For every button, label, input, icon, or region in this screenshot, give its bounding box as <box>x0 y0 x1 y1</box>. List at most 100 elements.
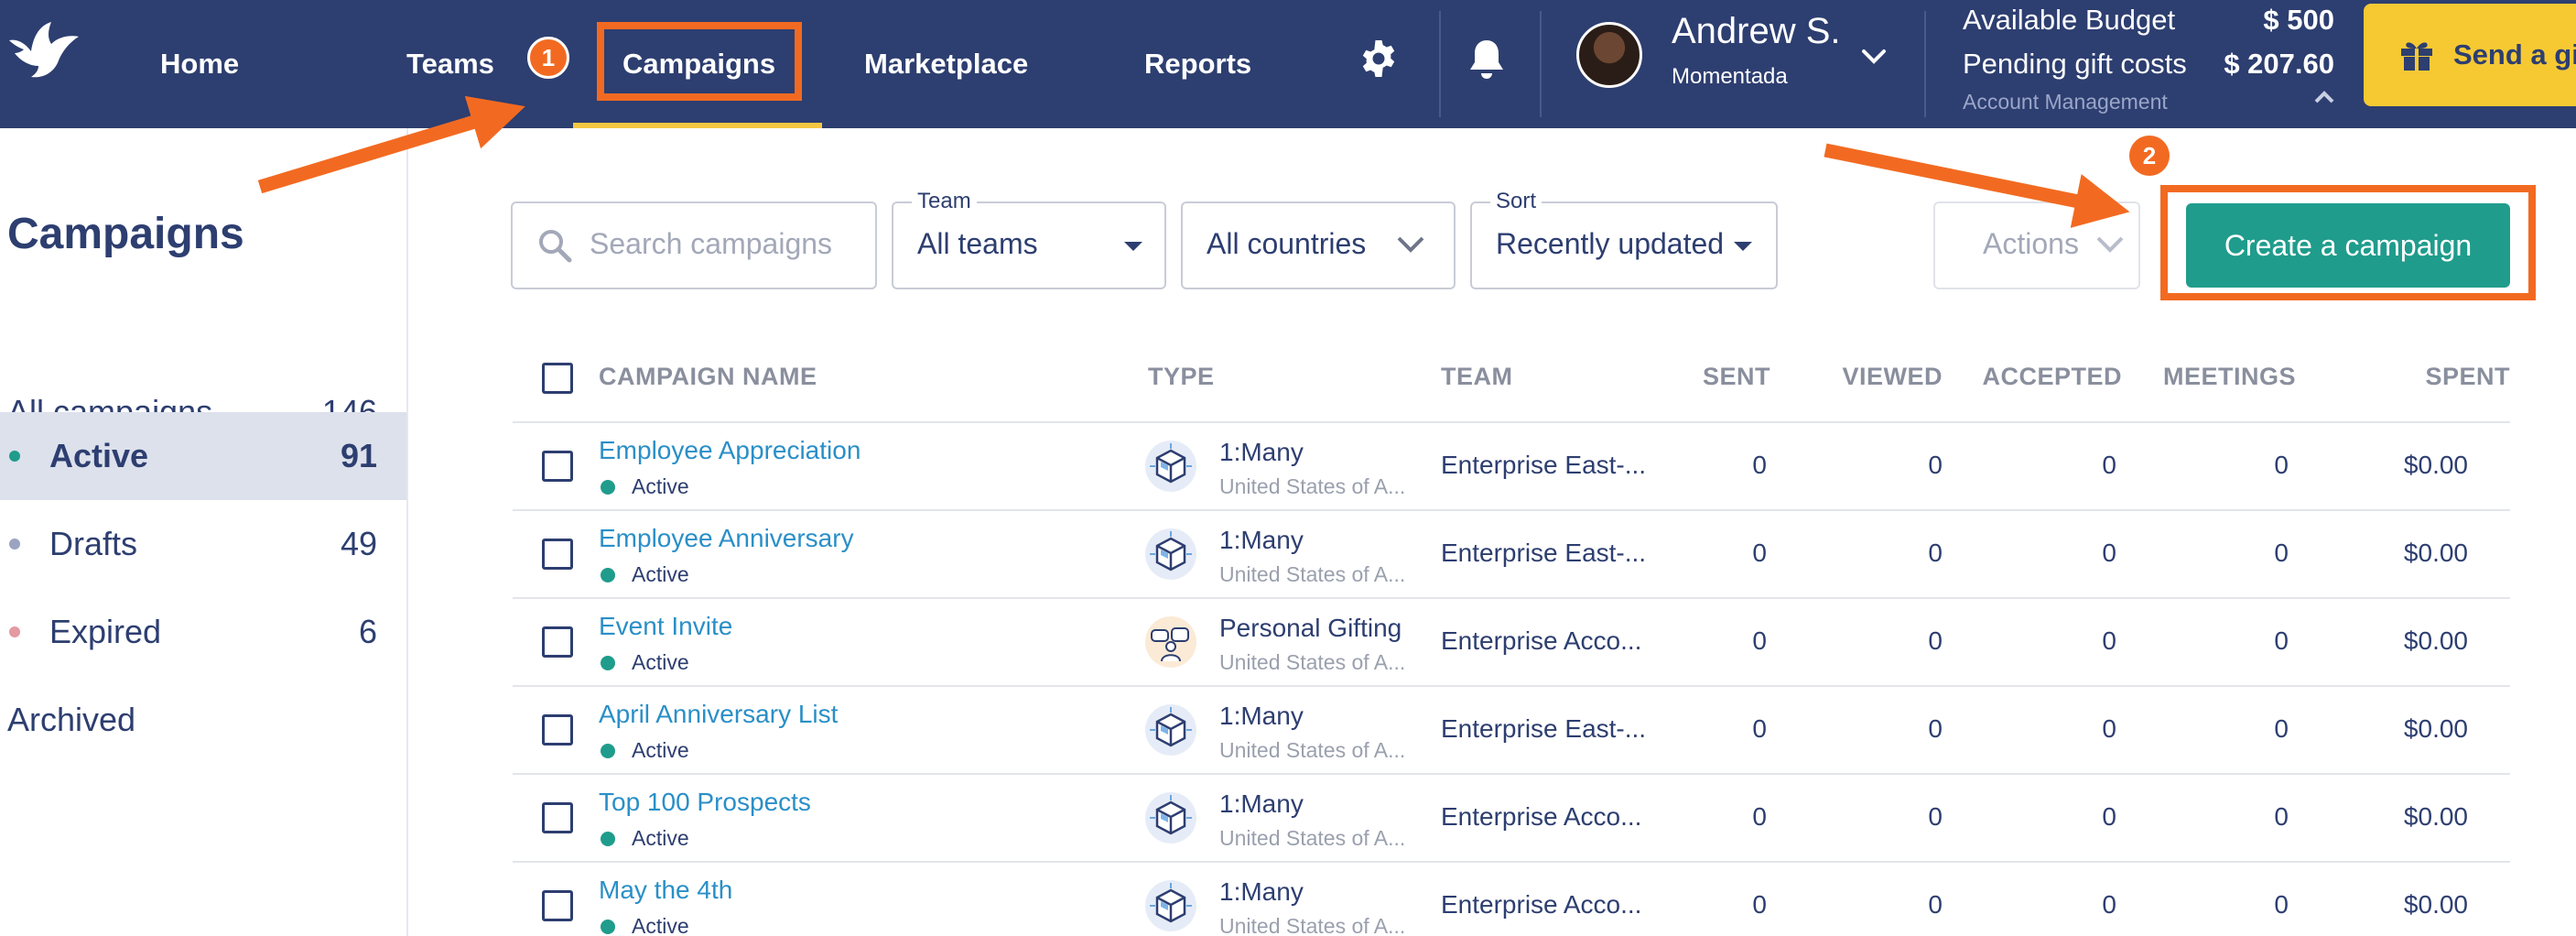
campaign-team: Enterprise East-... <box>1441 539 1647 567</box>
sent-count: 0 <box>1752 714 1767 743</box>
country-select[interactable]: All countries <box>1181 201 1456 289</box>
campaign-team: Enterprise Acco... <box>1441 802 1642 831</box>
row-checkbox[interactable] <box>542 714 573 746</box>
campaign-country: United States of A... <box>1219 826 1406 850</box>
campaign-type: 1:Many <box>1219 877 1304 906</box>
status-dot <box>9 539 20 550</box>
row-checkbox[interactable] <box>542 539 573 570</box>
column-header-meetings[interactable]: MEETINGS <box>2163 363 2296 391</box>
pending-costs-label: Pending gift costs <box>1963 48 2187 80</box>
campaign-type: 1:Many <box>1219 438 1304 466</box>
sent-count: 0 <box>1752 539 1767 567</box>
nav-divider <box>1924 11 1926 117</box>
status-label: Active <box>632 474 689 498</box>
search-field[interactable]: Search campaigns <box>511 201 877 289</box>
row-checkbox[interactable] <box>542 802 573 833</box>
dove-logo-icon[interactable] <box>5 20 81 81</box>
actions-label: Actions <box>1983 227 2079 260</box>
viewed-count: 0 <box>1928 714 1943 743</box>
nav-divider <box>1540 11 1542 117</box>
campaign-name-link[interactable]: April Anniversary List <box>599 700 838 729</box>
campaign-type: 1:Many <box>1219 789 1304 818</box>
status-label: Active <box>632 650 689 674</box>
column-header-accepted[interactable]: ACCEPTED <box>1982 363 2122 391</box>
gear-icon[interactable] <box>1357 37 1401 81</box>
nav-reports[interactable]: Reports <box>1144 0 1251 128</box>
column-header-type[interactable]: TYPE <box>1148 363 1215 391</box>
sent-count: 0 <box>1752 626 1767 655</box>
chevron-down-icon[interactable] <box>1858 40 1889 71</box>
caret-up-icon[interactable] <box>2312 88 2336 106</box>
status-dot <box>601 743 615 758</box>
table-row[interactable]: May the 4th Active 1:Many United States of … <box>513 861 2510 936</box>
meetings-count: 0 <box>2274 539 2289 567</box>
table-row[interactable]: Employee Appreciation Active 1:Many United … <box>513 421 2510 509</box>
nav-marketplace[interactable]: Marketplace <box>864 0 1028 128</box>
column-header-spent[interactable]: SPENT <box>2425 363 2510 391</box>
avatar[interactable] <box>1576 22 1642 88</box>
sidebar-item-drafts[interactable]: Drafts 49 <box>0 500 406 588</box>
campaign-team: Enterprise Acco... <box>1441 890 1642 919</box>
status-badge: Active <box>599 914 689 936</box>
table-row[interactable]: April Anniversary List Active 1:Many United… <box>513 685 2510 773</box>
sidebar-item-label: Expired <box>49 613 162 650</box>
meetings-count: 0 <box>2274 802 2289 831</box>
spent-amount: $0.00 <box>2403 714 2468 743</box>
column-header-name[interactable]: CAMPAIGN NAME <box>599 363 817 391</box>
status-dot <box>9 626 20 637</box>
one-to-many-box-icon <box>1144 528 1197 581</box>
nav-home[interactable]: Home <box>160 0 239 128</box>
sidebar-item-expired[interactable]: Expired 6 <box>0 588 406 676</box>
column-header-viewed[interactable]: VIEWED <box>1842 363 1943 391</box>
account-management-link[interactable]: Account Management <box>1963 90 2168 114</box>
accepted-count: 0 <box>2102 802 2116 831</box>
table-row[interactable]: Top 100 Prospects Active 1:Many United Stat… <box>513 773 2510 861</box>
caret-down-icon <box>1734 242 1752 251</box>
user-name[interactable]: Andrew S. <box>1672 11 1841 52</box>
campaign-type: 1:Many <box>1219 526 1304 554</box>
sidebar-item-count: 49 <box>340 525 377 562</box>
sidebar-item-archived[interactable]: Archived <box>0 676 406 764</box>
search-input[interactable]: Search campaigns <box>590 227 832 261</box>
actions-dropdown[interactable]: Actions <box>1933 201 2140 289</box>
team-select-label: Team <box>912 189 977 214</box>
campaign-name-link[interactable]: Top 100 Prospects <box>599 788 811 817</box>
send-gift-label: Send a gif <box>2453 38 2576 71</box>
column-header-sent[interactable]: SENT <box>1703 363 1770 391</box>
sent-count: 0 <box>1752 890 1767 919</box>
campaign-name-link[interactable]: Employee Anniversary <box>599 524 854 553</box>
send-gift-button[interactable]: Send a gif <box>2364 4 2576 106</box>
pending-costs-value: $ 207.60 <box>2224 48 2334 80</box>
campaign-name-link[interactable]: May the 4th <box>599 876 732 905</box>
accepted-count: 0 <box>2102 451 2116 479</box>
campaign-name-link[interactable]: Event Invite <box>599 612 732 641</box>
table-row[interactable]: Event Invite Active Personal Gifting United… <box>513 597 2510 685</box>
status-dot <box>601 831 615 846</box>
meetings-count: 0 <box>2274 890 2289 919</box>
gift-icon <box>2401 42 2432 71</box>
status-label: Active <box>632 826 689 850</box>
table-row[interactable]: Employee Anniversary Active 1:Many United S… <box>513 509 2510 597</box>
status-dot <box>601 479 615 495</box>
one-to-many-box-icon <box>1144 703 1197 756</box>
row-checkbox[interactable] <box>542 451 573 482</box>
status-dot <box>601 567 615 582</box>
viewed-count: 0 <box>1928 626 1943 655</box>
arrow-to-create-campaign <box>1824 143 2130 228</box>
status-badge: Active <box>599 650 689 675</box>
sidebar-item-active[interactable]: Active 91 <box>0 412 406 500</box>
available-budget-label: Available Budget <box>1963 4 2176 36</box>
team-select-value: All teams <box>917 227 1038 260</box>
viewed-count: 0 <box>1928 539 1943 567</box>
nav-teams[interactable]: Teams <box>406 0 494 128</box>
row-checkbox[interactable] <box>542 890 573 921</box>
bell-icon[interactable] <box>1465 37 1509 82</box>
row-checkbox[interactable] <box>542 626 573 658</box>
campaign-name-link[interactable]: Employee Appreciation <box>599 436 860 465</box>
team-select[interactable]: Team All teams <box>892 189 1166 289</box>
accepted-count: 0 <box>2102 890 2116 919</box>
status-label: Active <box>632 738 689 762</box>
column-header-team[interactable]: TEAM <box>1441 363 1513 391</box>
select-all-checkbox[interactable] <box>542 363 573 394</box>
sort-select[interactable]: Sort Recently updated <box>1470 189 1778 289</box>
